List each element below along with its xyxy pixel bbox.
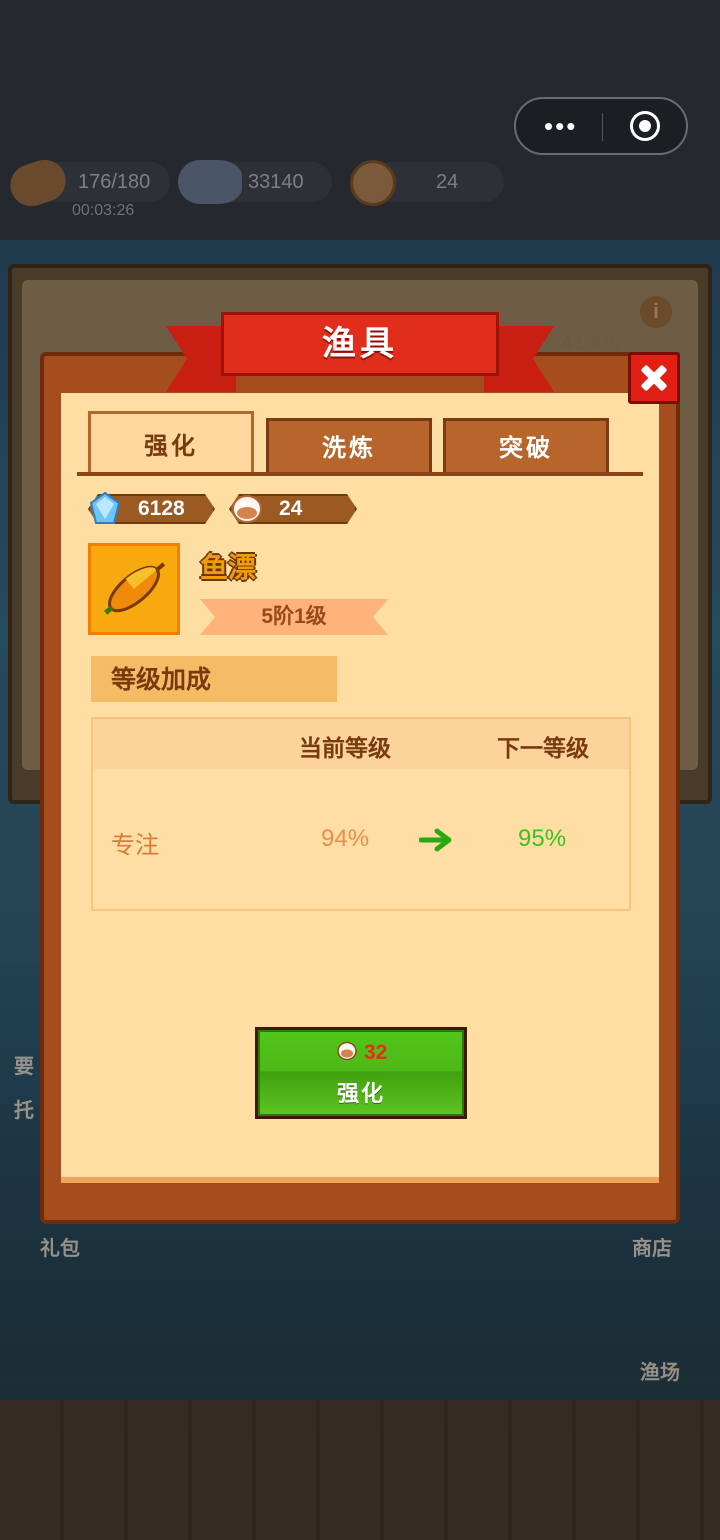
close-mini-program-icon[interactable] — [630, 111, 660, 141]
stat-next-value: 95% — [518, 825, 567, 852]
close-button[interactable] — [628, 352, 680, 404]
stat-name: 专注 — [111, 832, 159, 859]
fish-value: 33140 — [248, 171, 304, 193]
pearl-balance-value: 24 — [279, 497, 303, 520]
stat-current-value: 94% — [321, 825, 370, 852]
fishery-label[interactable]: 渔场 — [640, 1356, 680, 1385]
bonus-table: 当前等级 下一等级 专注 94% 95% — [91, 717, 631, 911]
gift-label[interactable]: 礼包 — [40, 1232, 80, 1261]
item-rank: 5阶1级 — [200, 599, 388, 635]
item-icon-frame[interactable] — [88, 543, 180, 635]
column-next-level: 下一等级 — [497, 735, 589, 761]
tab-underline — [77, 472, 643, 476]
column-current-level: 当前等级 — [299, 735, 391, 761]
enhance-button-face: 32 强化 — [258, 1030, 464, 1116]
info-icon[interactable]: i — [640, 296, 672, 328]
more-menu-icon[interactable]: ••• — [544, 113, 577, 139]
background-left-label-1: 要 — [14, 1056, 34, 1078]
enhance-button[interactable]: 32 强化 — [255, 1027, 467, 1119]
level-bonus-title: 等级加成 — [91, 656, 337, 702]
pearl-value: 24 — [436, 171, 459, 193]
gem-icon — [89, 491, 121, 524]
tab-breakthrough[interactable]: 突破 — [443, 418, 609, 474]
capsule-divider — [602, 113, 603, 141]
tab-refine[interactable]: 洗炼 — [266, 418, 432, 474]
background-dock — [0, 1400, 720, 1540]
bread-value: 176/180 — [78, 171, 151, 193]
arrow-right-icon — [419, 828, 452, 852]
item-name: 鱼漂 — [200, 552, 257, 583]
modal-title: 渔具 — [221, 312, 499, 376]
fish-icon — [178, 160, 242, 204]
enhance-cost: 32 — [364, 1041, 388, 1064]
pearl-icon — [350, 160, 396, 206]
tab-enhance[interactable]: 强化 — [88, 411, 254, 475]
background-left-label-2: 托 — [14, 1100, 34, 1122]
gem-balance-value: 6128 — [138, 497, 185, 520]
bread-timer: 00:03:26 — [72, 202, 135, 219]
pearl-cost-icon — [337, 1041, 357, 1061]
enhance-button-label: 强化 — [336, 1081, 385, 1106]
mini-program-capsule: ••• — [514, 97, 688, 155]
fishing-float-icon — [104, 562, 166, 615]
pearl-balance-icon — [232, 495, 262, 523]
shop-label[interactable]: 商店 — [632, 1232, 672, 1261]
